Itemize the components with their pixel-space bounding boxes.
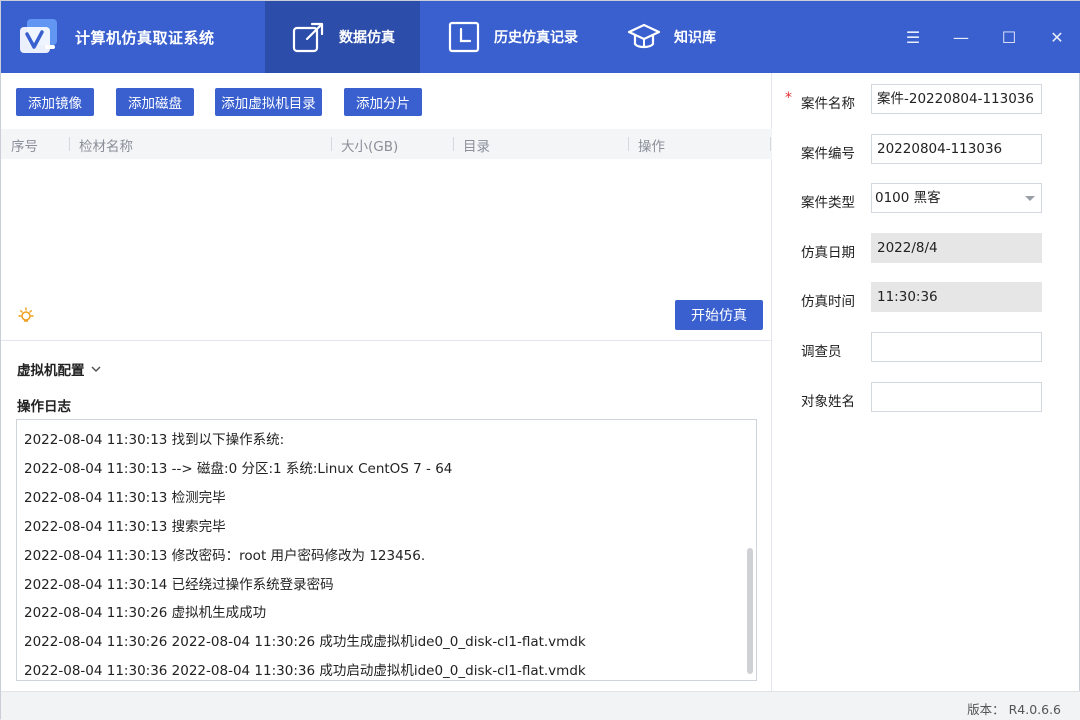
minimize-icon[interactable]: — bbox=[937, 17, 985, 57]
title-bar: 计算机仿真取证系统 数据仿真 历史仿真记录 知识库 ☰ — ☐ ✕ bbox=[1, 1, 1080, 73]
menu-icon[interactable]: ☰ bbox=[889, 17, 937, 57]
column-header-size[interactable]: 大小(GB) bbox=[341, 135, 398, 155]
section-divider bbox=[1, 340, 772, 341]
graduation-cap-icon bbox=[627, 23, 661, 49]
column-separator bbox=[453, 137, 454, 151]
sim-time-label: 仿真时间 bbox=[801, 294, 855, 310]
evidence-panel: 添加镜像 添加磁盘 添加虚拟机目录 添加分片 序号 检材名称 大小(GB) 目录… bbox=[1, 73, 772, 691]
tab-history-records[interactable]: 历史仿真记录 bbox=[420, 1, 600, 73]
case-name-label: 案件名称 bbox=[801, 96, 855, 112]
log-scrollbar[interactable] bbox=[747, 548, 753, 674]
status-bar: 版本： R4.0.6.6 bbox=[1, 691, 1080, 720]
required-mark: * bbox=[785, 90, 792, 106]
log-line: 2022-08-04 11:30:26 虚拟机生成成功 bbox=[24, 605, 267, 621]
add-shard-button[interactable]: 添加分片 bbox=[344, 88, 422, 116]
tab-data-simulation[interactable]: 数据仿真 bbox=[265, 1, 420, 73]
chevron-down-icon bbox=[90, 366, 101, 373]
column-separator bbox=[69, 137, 70, 151]
vm-config-label: 虚拟机配置 bbox=[17, 363, 85, 379]
version-label: 版本： R4.0.6.6 bbox=[967, 702, 1061, 717]
tab-label: 知识库 bbox=[674, 30, 716, 46]
column-header-index[interactable]: 序号 bbox=[11, 135, 38, 155]
tab-label: 历史仿真记录 bbox=[494, 30, 578, 46]
lightbulb-icon[interactable] bbox=[17, 307, 35, 325]
column-separator bbox=[770, 137, 771, 151]
subject-name-input[interactable] bbox=[871, 382, 1042, 412]
start-simulation-button[interactable]: 开始仿真 bbox=[675, 300, 763, 330]
operation-log[interactable]: 2022-08-04 11:30:13 找到以下操作系统: 2022-08-04… bbox=[16, 419, 757, 681]
case-info-panel: * 案件名称 案件-20220804-113036 案件编号 20220804-… bbox=[773, 73, 1080, 691]
case-type-value: 0100 黑客 bbox=[875, 190, 941, 206]
sim-time-field: 11:30:36 bbox=[871, 282, 1042, 312]
vm-config-toggle[interactable]: 虚拟机配置 bbox=[17, 359, 103, 379]
case-number-label: 案件编号 bbox=[801, 146, 855, 162]
sim-date-label: 仿真日期 bbox=[801, 245, 855, 261]
column-header-actions[interactable]: 操作 bbox=[638, 135, 665, 155]
log-line: 2022-08-04 11:30:13 找到以下操作系统: bbox=[24, 432, 285, 448]
log-line: 2022-08-04 11:30:36 2022-08-04 11:30:36 … bbox=[24, 663, 586, 679]
subject-name-label: 对象姓名 bbox=[801, 394, 855, 410]
maximize-icon[interactable]: ☐ bbox=[985, 17, 1033, 57]
window-controls: ☰ — ☐ ✕ bbox=[889, 1, 1080, 73]
log-line: 2022-08-04 11:30:13 检测完毕 bbox=[24, 490, 226, 506]
investigator-label: 调查员 bbox=[801, 344, 842, 360]
close-icon[interactable]: ✕ bbox=[1033, 17, 1080, 57]
main-nav: 数据仿真 历史仿真记录 知识库 bbox=[265, 1, 738, 73]
investigator-input[interactable] bbox=[871, 332, 1042, 362]
log-line: 2022-08-04 11:30:26 2022-08-04 11:30:26 … bbox=[24, 634, 586, 650]
add-image-button[interactable]: 添加镜像 bbox=[16, 88, 94, 116]
log-title: 操作日志 bbox=[17, 399, 71, 415]
log-line: 2022-08-04 11:30:14 已经绕过操作系统登录密码 bbox=[24, 577, 334, 593]
column-header-directory[interactable]: 目录 bbox=[463, 135, 490, 155]
case-type-label: 案件类型 bbox=[801, 195, 855, 211]
case-name-input[interactable]: 案件-20220804-113036 bbox=[871, 84, 1042, 114]
app-logo-icon bbox=[17, 15, 61, 59]
dropdown-arrow-icon bbox=[1025, 196, 1035, 201]
evidence-table-header: 序号 检材名称 大小(GB) 目录 操作 bbox=[1, 129, 772, 159]
log-line: 2022-08-04 11:30:13 --> 磁盘:0 分区:1 系统:Lin… bbox=[24, 461, 453, 477]
add-vm-directory-button[interactable]: 添加虚拟机目录 bbox=[215, 88, 322, 116]
tab-label: 数据仿真 bbox=[339, 30, 395, 46]
brand: 计算机仿真取证系统 bbox=[17, 15, 215, 59]
column-header-name[interactable]: 检材名称 bbox=[79, 135, 133, 155]
log-line: 2022-08-04 11:30:13 搜索完毕 bbox=[24, 519, 226, 535]
case-number-input[interactable]: 20220804-113036 bbox=[871, 134, 1042, 164]
tab-knowledge-base[interactable]: 知识库 bbox=[600, 1, 738, 73]
column-separator bbox=[331, 137, 332, 151]
clock-icon bbox=[448, 21, 480, 53]
app-title: 计算机仿真取证系统 bbox=[75, 28, 215, 47]
app-window: 计算机仿真取证系统 数据仿真 历史仿真记录 知识库 ☰ — ☐ ✕ 添加镜像 添… bbox=[0, 0, 1080, 720]
add-disk-button[interactable]: 添加磁盘 bbox=[116, 88, 194, 116]
case-type-select[interactable]: 0100 黑客 bbox=[871, 183, 1042, 213]
open-external-icon bbox=[292, 22, 324, 53]
column-separator bbox=[628, 137, 629, 151]
log-line: 2022-08-04 11:30:13 修改密码：root 用户密码修改为 12… bbox=[24, 548, 426, 564]
sim-date-field: 2022/8/4 bbox=[871, 233, 1042, 263]
